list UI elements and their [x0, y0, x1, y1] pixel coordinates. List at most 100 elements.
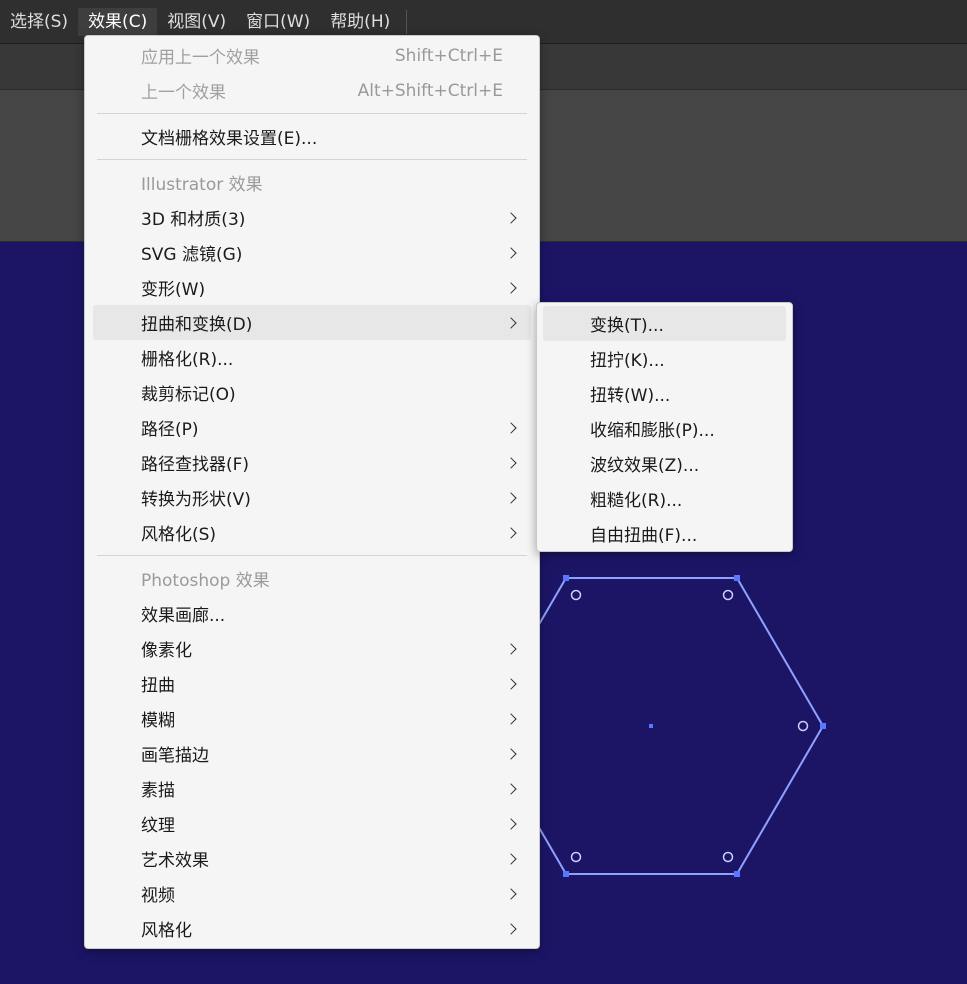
menu-item-label: 扭曲和变换(D)	[141, 315, 253, 335]
menu-item-label: 扭曲	[141, 676, 175, 696]
menu-item-stylize-photoshop[interactable]: 风格化	[93, 911, 531, 946]
menu-item-rasterize[interactable]: 栅格化(R)...	[93, 340, 531, 375]
menu-item-sketch[interactable]: 素描	[93, 771, 531, 806]
submenu-item-roughen[interactable]: 粗糙化(R)...	[543, 481, 786, 516]
menu-item-crop-marks[interactable]: 裁剪标记(O)	[93, 375, 531, 410]
menu-item-label: 上一个效果	[141, 83, 226, 103]
submenu-item-zig-zag[interactable]: 波纹效果(Z)...	[543, 446, 786, 481]
corner-widget[interactable]	[570, 851, 582, 863]
chevron-right-icon	[505, 526, 517, 539]
menu-item-artistic[interactable]: 艺术效果	[93, 841, 531, 876]
menu-item-distort[interactable]: 扭曲	[93, 666, 531, 701]
menu-item-effect-gallery[interactable]: 效果画廊...	[93, 596, 531, 631]
menu-item-label: 画笔描边	[141, 746, 209, 766]
corner-widget[interactable]	[722, 851, 734, 863]
anchor-point[interactable]	[734, 575, 740, 581]
chevron-right-icon	[505, 887, 517, 900]
menu-help[interactable]: 帮助(H)	[320, 8, 400, 36]
menu-item-label: 路径查找器(F)	[141, 455, 250, 475]
menu-item-label: 扭拧(K)...	[590, 351, 665, 371]
shortcut-label: Alt+Shift+Ctrl+E	[357, 80, 503, 101]
submenu-item-pucker-bloat[interactable]: 收缩和膨胀(P)...	[543, 411, 786, 446]
section-header-photoshop: Photoshop 效果	[93, 561, 531, 596]
anchor-point[interactable]	[734, 871, 740, 877]
effect-dropdown-menu: 应用上一个效果 Shift+Ctrl+E 上一个效果 Alt+Shift+Ctr…	[84, 35, 540, 949]
menu-item-label: 变形(W)	[141, 280, 206, 300]
distort-transform-submenu: 变换(T)... 扭拧(K)... 扭转(W)... 收缩和膨胀(P)... 波…	[536, 302, 793, 552]
corner-widget[interactable]	[797, 720, 809, 732]
submenu-item-transform[interactable]: 变换(T)...	[543, 306, 786, 341]
section-header-illustrator: Illustrator 效果	[93, 165, 531, 200]
menu-separator	[97, 555, 527, 556]
menu-item-label: 像素化	[141, 641, 192, 661]
menu-item-distort-transform[interactable]: 扭曲和变换(D)	[93, 305, 531, 340]
menu-item-label: 波纹效果(Z)...	[590, 456, 700, 476]
center-point	[649, 724, 653, 728]
menu-item-3d-materials[interactable]: 3D 和材质(3)	[93, 200, 531, 235]
anchor-point[interactable]	[820, 723, 826, 729]
menu-item-texture[interactable]: 纹理	[93, 806, 531, 841]
chevron-right-icon	[505, 491, 517, 504]
chevron-right-icon	[505, 782, 517, 795]
menu-item-pathfinder[interactable]: 路径查找器(F)	[93, 445, 531, 480]
menu-item-apply-last-effect[interactable]: 应用上一个效果 Shift+Ctrl+E	[93, 38, 531, 73]
submenu-item-tweak[interactable]: 扭拧(K)...	[543, 341, 786, 376]
menu-item-label: 效果画廊...	[141, 606, 226, 626]
chevron-right-icon	[505, 642, 517, 655]
anchor-point[interactable]	[563, 575, 569, 581]
menu-item-path[interactable]: 路径(P)	[93, 410, 531, 445]
menu-item-label: 路径(P)	[141, 420, 199, 440]
menu-item-label: 扭转(W)...	[590, 386, 671, 406]
chevron-right-icon	[505, 922, 517, 935]
menu-item-label: 变换(T)...	[590, 316, 664, 336]
menu-item-warp[interactable]: 变形(W)	[93, 270, 531, 305]
menu-window[interactable]: 窗口(W)	[236, 8, 320, 36]
menu-item-pixelate[interactable]: 像素化	[93, 631, 531, 666]
chevron-right-icon	[505, 747, 517, 760]
menu-item-brush-strokes[interactable]: 画笔描边	[93, 736, 531, 771]
menu-item-document-raster-settings[interactable]: 文档栅格效果设置(E)...	[93, 119, 531, 154]
menu-item-label: 自由扭曲(F)...	[590, 526, 698, 546]
chevron-right-icon	[505, 316, 517, 329]
menu-item-label: 文档栅格效果设置(E)...	[141, 129, 318, 149]
menu-item-label: 风格化(S)	[141, 525, 217, 545]
menu-item-convert-to-shape[interactable]: 转换为形状(V)	[93, 480, 531, 515]
chevron-right-icon	[505, 817, 517, 830]
shortcut-label: Shift+Ctrl+E	[394, 45, 503, 66]
menu-item-label: 粗糙化(R)...	[590, 491, 683, 511]
menu-item-label: 裁剪标记(O)	[141, 385, 236, 405]
menu-select[interactable]: 选择(S)	[0, 8, 78, 36]
corner-widget[interactable]	[570, 589, 582, 601]
chevron-right-icon	[505, 677, 517, 690]
menu-item-label: 风格化	[141, 921, 192, 941]
menu-item-blur[interactable]: 模糊	[93, 701, 531, 736]
menu-item-label: 栅格化(R)...	[141, 350, 234, 370]
chevron-right-icon	[505, 712, 517, 725]
menu-item-svg-filters[interactable]: SVG 滤镜(G)	[93, 235, 531, 270]
submenu-item-free-distort[interactable]: 自由扭曲(F)...	[543, 516, 786, 551]
menu-item-label: 视频	[141, 886, 175, 906]
menu-separator	[97, 113, 527, 114]
menu-effect[interactable]: 效果(C)	[78, 7, 158, 36]
menu-item-label: 纹理	[141, 816, 175, 836]
menu-item-label: 转换为形状(V)	[141, 490, 251, 510]
menu-item-label: 收缩和膨胀(P)...	[590, 421, 715, 441]
menu-item-video[interactable]: 视频	[93, 876, 531, 911]
section-header-label: Photoshop 效果	[141, 571, 270, 591]
menu-item-label: 素描	[141, 781, 175, 801]
anchor-point[interactable]	[563, 871, 569, 877]
menu-separator	[97, 159, 527, 160]
menubar-divider	[406, 9, 408, 34]
chevron-right-icon	[505, 852, 517, 865]
menu-item-stylize-illustrator[interactable]: 风格化(S)	[93, 515, 531, 550]
submenu-item-twist[interactable]: 扭转(W)...	[543, 376, 786, 411]
menu-view[interactable]: 视图(V)	[157, 8, 236, 36]
menu-item-label: 应用上一个效果	[141, 48, 260, 68]
menu-item-label: SVG 滤镜(G)	[141, 245, 243, 265]
chevron-right-icon	[505, 421, 517, 434]
chevron-right-icon	[505, 456, 517, 469]
menu-item-last-effect[interactable]: 上一个效果 Alt+Shift+Ctrl+E	[93, 73, 531, 108]
corner-widget[interactable]	[722, 589, 734, 601]
chevron-right-icon	[505, 246, 517, 259]
chevron-right-icon	[505, 211, 517, 224]
